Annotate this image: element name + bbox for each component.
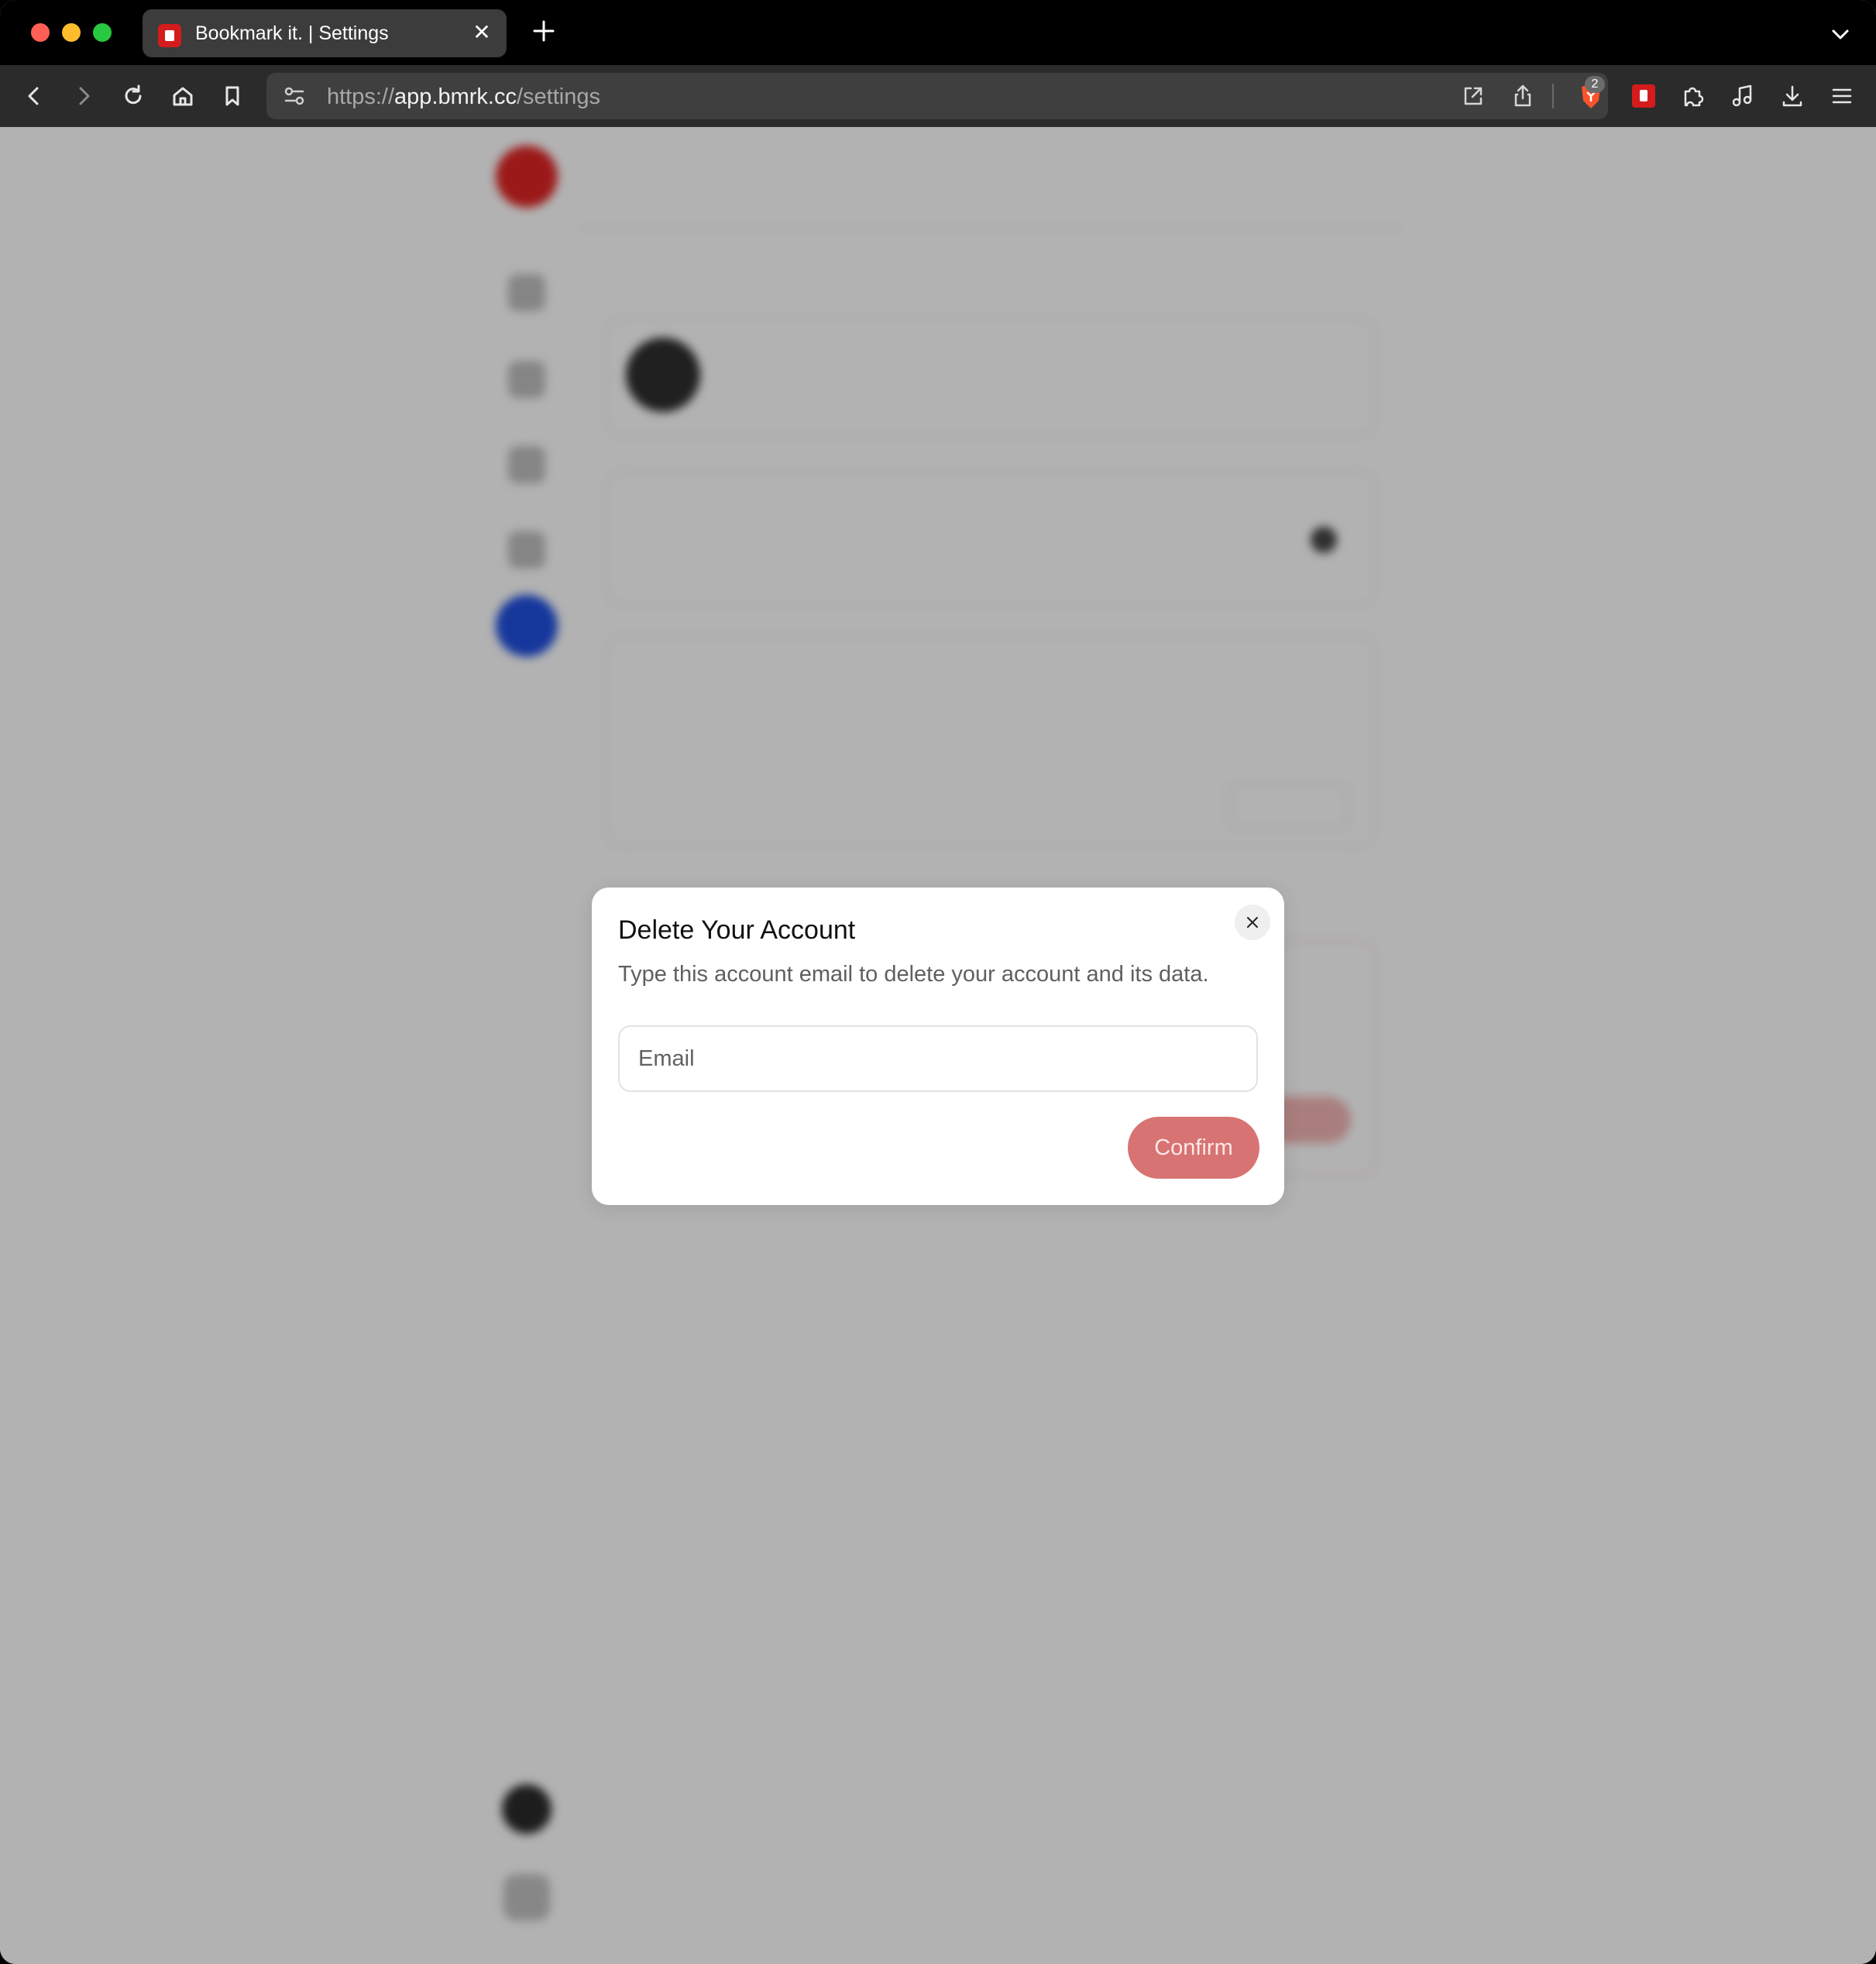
tab-bar: Bookmark it. | Settings ✕ [0, 0, 1876, 65]
downloads-button[interactable] [1777, 81, 1808, 112]
extensions-button[interactable] [1678, 81, 1709, 112]
url-text[interactable]: https://app.bmrk.cc/settings [327, 84, 600, 110]
tab-close-button[interactable]: ✕ [469, 20, 494, 45]
email-field[interactable] [618, 1025, 1258, 1092]
chevron-down-icon [1832, 29, 1849, 39]
back-button[interactable] [19, 81, 50, 112]
browser-window: Bookmark it. | Settings ✕ https://app.bm… [0, 0, 1876, 1964]
home-icon [173, 87, 193, 106]
dialog-description: Type this account email to delete your a… [618, 962, 1209, 987]
bookmark-icon [225, 86, 239, 106]
close-window-button[interactable] [31, 23, 50, 42]
brave-shield-count-badge: 2 [1585, 76, 1605, 93]
bookmark-it-favicon-icon [158, 24, 181, 47]
download-icon [1782, 85, 1802, 107]
reload-button[interactable] [118, 81, 149, 112]
main-menu-button[interactable] [1826, 81, 1857, 112]
new-tab-button[interactable] [530, 17, 558, 45]
extensions-icon [1684, 87, 1704, 107]
close-icon [1247, 917, 1258, 928]
address-bar[interactable]: https://app.bmrk.cc/settings 2 [266, 73, 1608, 119]
toolbar-divider [1552, 84, 1554, 108]
site-settings-icon [284, 87, 304, 105]
media-icon [1732, 84, 1752, 107]
minimize-window-button[interactable] [62, 23, 81, 42]
tab-settings[interactable]: Bookmark it. | Settings ✕ [143, 9, 507, 57]
reload-icon [125, 84, 142, 105]
delete-account-dialog: Delete Your Account Type this account em… [592, 888, 1284, 1205]
maximize-window-button[interactable] [93, 23, 112, 42]
url-path: /settings [517, 84, 600, 109]
dialog-close-button[interactable] [1235, 905, 1270, 940]
open-external-icon [1464, 87, 1483, 105]
confirm-button[interactable]: Confirm [1128, 1117, 1259, 1179]
share-icon [1514, 84, 1531, 107]
forward-button[interactable] [68, 81, 99, 112]
bookmark-page-button[interactable] [217, 81, 248, 112]
media-button[interactable] [1727, 81, 1758, 112]
bookmark-it-extension-icon [1632, 84, 1655, 108]
menu-icon [1832, 88, 1852, 104]
back-icon [28, 87, 39, 105]
forward-icon [79, 87, 90, 105]
home-button[interactable] [167, 81, 198, 112]
dialog-title: Delete Your Account [618, 915, 856, 945]
tab-title: Bookmark it. | Settings [195, 22, 389, 44]
share-button[interactable] [1509, 82, 1537, 110]
site-settings-button[interactable] [280, 82, 308, 110]
url-host: app.bmrk.cc [394, 84, 517, 109]
browser-toolbar: https://app.bmrk.cc/settings 2 [0, 65, 1876, 127]
bookmark-it-extension-button[interactable] [1628, 81, 1659, 112]
open-external-button[interactable] [1459, 82, 1487, 110]
tab-list-dropdown-button[interactable] [1826, 20, 1854, 48]
url-scheme: https:// [327, 84, 395, 109]
plus-icon [533, 20, 555, 42]
